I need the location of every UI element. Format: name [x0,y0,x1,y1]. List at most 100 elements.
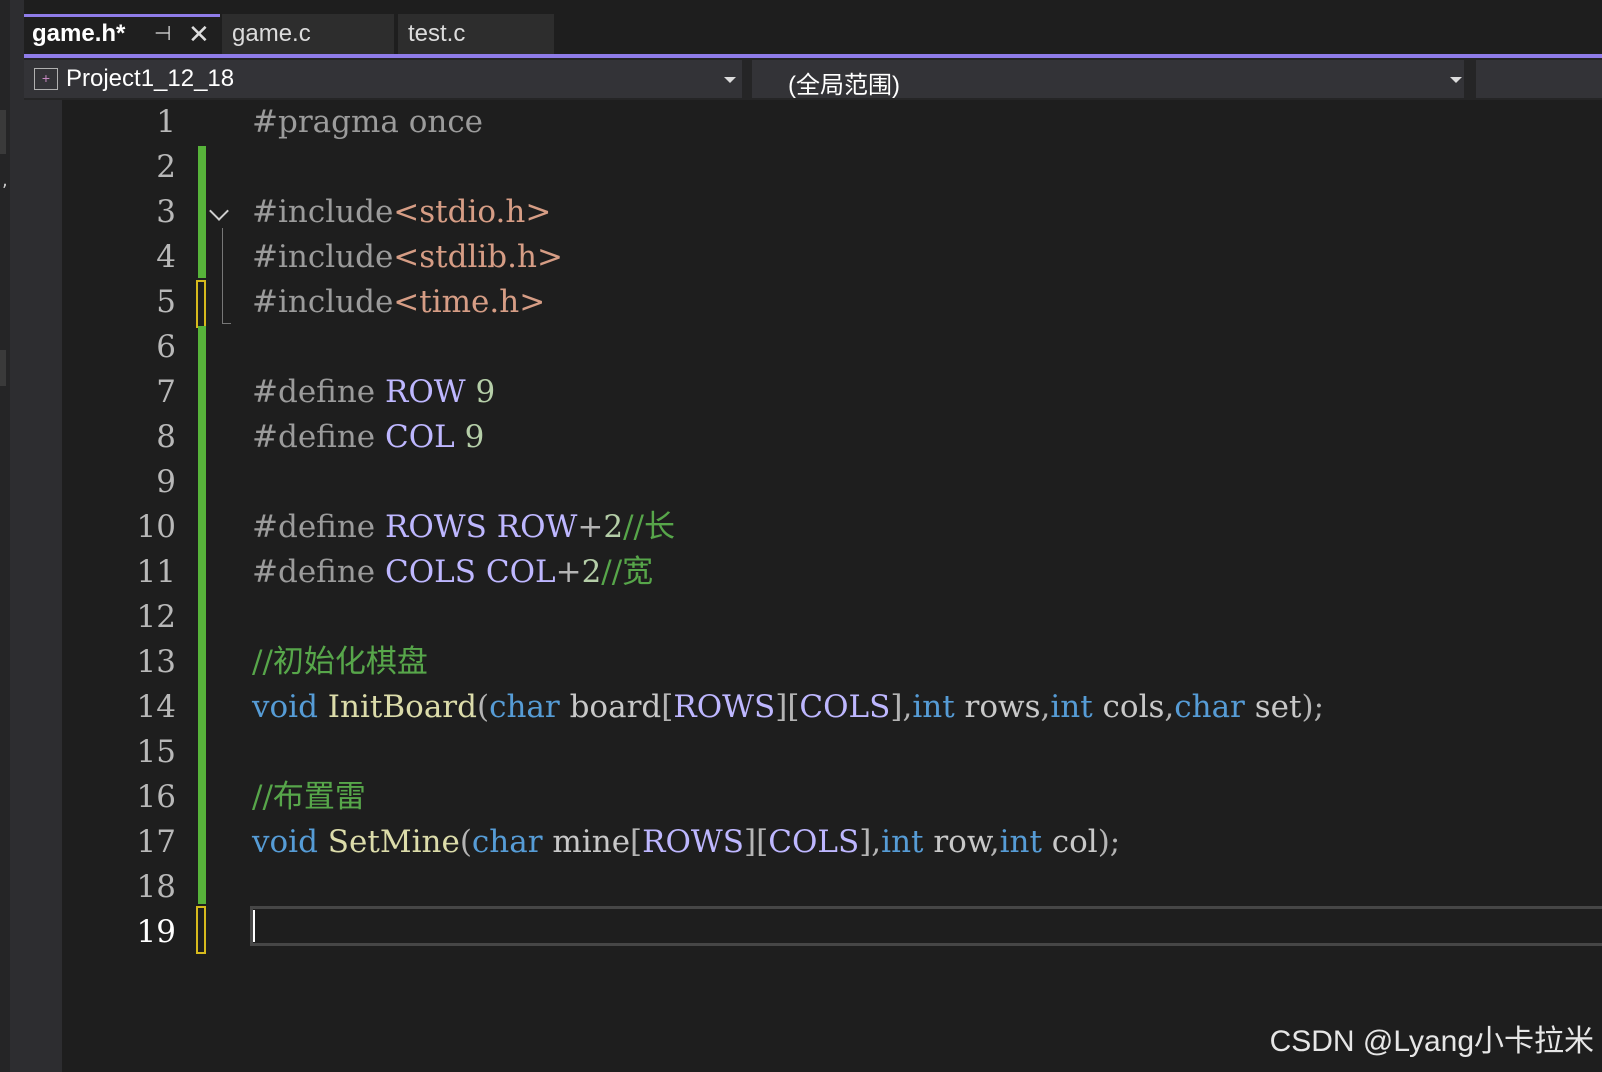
tab-label: game.h* [32,20,126,47]
fold-chevron-icon[interactable] [209,201,229,221]
code-line: #include<time.h> [252,280,545,324]
punctuation: , [1164,689,1175,725]
macro-name: COL [385,419,455,455]
unsaved-change-bar [196,280,206,328]
function-name: InitBoard [327,689,477,725]
macro-ref: ROWS [642,824,745,860]
panel-glyph: , [2,170,8,191]
tab-game-c[interactable]: game.c [222,14,394,54]
macro-ref: ROWS [673,689,776,725]
project-icon: + [34,68,58,90]
line-number: 4 [156,239,176,275]
keyword: int [999,824,1042,860]
line-number: 14 [136,689,176,725]
code-line: void SetMine(char mine[ROWS][COLS],int r… [252,820,1120,864]
close-icon[interactable]: ✕ [188,14,210,54]
punctuation: , [902,689,913,725]
preprocessor: #include [252,194,394,230]
project-dropdown[interactable]: + Project1_12_18 [24,60,742,98]
saved-change-bar [198,326,206,904]
member-dropdown[interactable] [1476,60,1602,98]
keyword: int [881,824,924,860]
panel-marker [0,350,6,386]
number-literal: 9 [464,419,485,455]
line-number: 2 [156,149,176,185]
macro-ref: COLS [768,824,860,860]
punctuation: ( [476,689,490,725]
keyword: char [1174,689,1245,725]
keyword: int [912,689,955,725]
parameter: set [1244,689,1302,725]
text-caret [253,910,255,942]
code-line: #include<stdlib.h> [252,235,563,279]
include-path: <time.h> [393,284,546,320]
parameter: row [923,824,990,860]
line-number: 1 [156,104,176,140]
preprocessor: #define [252,509,386,545]
number-literal: 2 [603,509,624,545]
code-editor[interactable]: 1 2 3 4 5 6 7 8 9 10 11 12 13 14 15 16 1… [24,100,1602,1072]
parameter: rows [954,689,1041,725]
code-line: //初始化棋盘 [252,640,428,684]
left-panel-edge: , [0,0,10,1072]
chevron-down-icon [724,77,736,83]
punctuation: ); [1301,689,1325,725]
operator: + [577,509,604,545]
current-line-highlight [250,906,1602,946]
indicator-margin [24,100,62,1072]
line-number: 10 [136,509,176,545]
line-number: 5 [156,284,176,320]
macro-ref: COLS [799,689,891,725]
punctuation: ] [890,689,903,725]
document-tab-bar: game.h* ⊣ ✕ game.c test.c [24,14,1602,54]
preprocessor: #include [252,284,394,320]
include-path: <stdlib.h> [393,239,563,275]
pin-icon[interactable]: ⊣ [154,14,171,54]
fold-guide [222,228,223,324]
parameter: mine [542,824,631,860]
navigation-bar: + Project1_12_18 (全局范围) [24,58,1602,100]
parameter: col [1041,824,1098,860]
tab-label: game.c [232,20,311,47]
comment: //长 [623,509,675,545]
code-line: #include<stdio.h> [252,190,551,234]
operator: + [555,554,582,590]
macro-name: ROW [385,374,466,410]
chevron-down-icon [1450,77,1462,83]
line-number: 17 [136,824,176,860]
preprocessor: #pragma once [252,104,484,140]
line-number: 3 [156,194,176,230]
line-number: 7 [156,374,176,410]
line-number: 18 [136,869,176,905]
punctuation: ( [459,824,472,860]
watermark: CSDN @Lyang小卡拉米 [1269,1025,1594,1058]
include-path: <stdio.h> [393,194,552,230]
preprocessor: #define [252,419,386,455]
unsaved-change-bar [196,906,206,954]
tab-test-c[interactable]: test.c [398,14,554,54]
line-number-current: 19 [136,914,176,950]
function-name: SetMine [327,824,460,860]
tab-game-h[interactable]: game.h* ⊣ ✕ [24,14,220,54]
scope-name: (全局范围) [788,72,900,99]
keyword: char [489,689,560,725]
preprocessor: #define [252,374,386,410]
panel-separator [10,0,24,1072]
keyword: char [471,824,543,860]
punctuation: ][ [744,824,769,860]
preprocessor: #define [252,554,386,590]
panel-marker [0,110,6,154]
punctuation: , [989,824,1000,860]
keyword: int [1050,689,1093,725]
punctuation: ][ [775,689,800,725]
number-literal: 9 [475,374,496,410]
punctuation: , [1040,689,1051,725]
keyword: void [252,824,318,860]
scope-dropdown[interactable]: (全局范围) [752,60,1464,99]
keyword: void [252,689,318,725]
saved-change-bar [198,146,206,278]
